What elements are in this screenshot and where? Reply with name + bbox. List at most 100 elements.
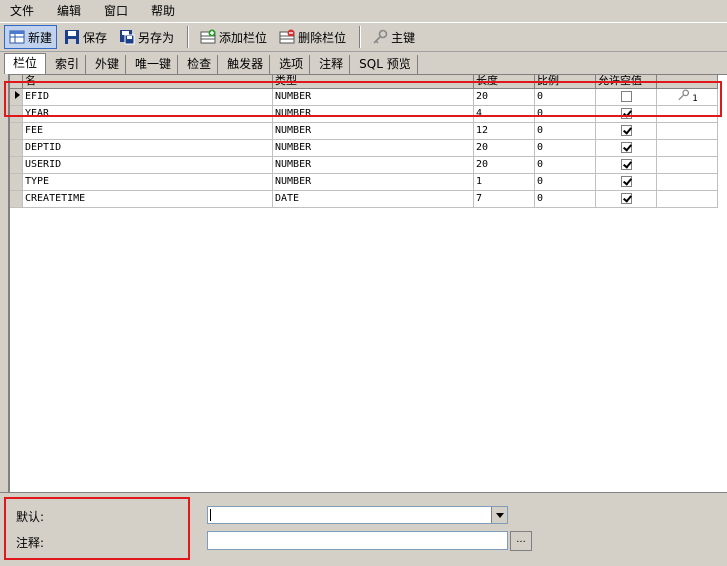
cell-length[interactable]: 7 — [473, 190, 535, 208]
menu-window[interactable]: 窗口 — [94, 0, 141, 22]
tab-fields[interactable]: 栏位 — [4, 53, 47, 74]
toolbar-separator — [359, 26, 362, 48]
add-field-button[interactable]: 添加栏位 — [195, 25, 272, 49]
column-header-type[interactable]: 类型 — [272, 75, 474, 89]
default-value-combobox[interactable] — [207, 506, 508, 524]
tab-foreign-keys[interactable]: 外键 — [89, 55, 127, 74]
row-indicator — [10, 190, 23, 208]
cell-type[interactable]: DATE — [272, 190, 474, 208]
tab-checks[interactable]: 检查 — [181, 55, 219, 74]
cell-name[interactable]: DEPTID — [22, 139, 273, 157]
table-row[interactable]: DEPTID NUMBER 20 0 — [10, 139, 718, 157]
cell-key[interactable] — [656, 139, 718, 157]
tab-bar: 栏位 索引 外键 唯一键 检查 触发器 选项 注释 SQL 预览 — [4, 52, 421, 74]
column-header-name[interactable]: 名 — [22, 75, 273, 89]
table-row[interactable]: EFID NUMBER 20 0 1 — [10, 88, 718, 106]
tab-triggers[interactable]: 触发器 — [221, 55, 271, 74]
tab-indexes[interactable]: 索引 — [49, 55, 87, 74]
cell-name[interactable]: FEE — [22, 122, 273, 140]
dropdown-arrow-icon[interactable] — [491, 507, 507, 523]
cell-type[interactable]: NUMBER — [272, 173, 474, 191]
cell-scale[interactable]: 0 — [534, 122, 596, 140]
new-button[interactable]: 新建 — [4, 25, 58, 49]
nullable-checkbox[interactable] — [620, 158, 632, 170]
cell-nullable[interactable] — [595, 190, 657, 208]
cell-key[interactable] — [656, 105, 718, 123]
cell-length[interactable]: 4 — [473, 105, 535, 123]
row-indicator — [10, 156, 23, 174]
save-button[interactable]: 保存 — [59, 25, 112, 49]
cell-scale[interactable]: 0 — [534, 88, 596, 106]
cell-name[interactable]: EFID — [22, 88, 273, 106]
comment-editor-button[interactable]: ... — [510, 531, 532, 551]
nullable-checkbox[interactable] — [620, 141, 632, 153]
cell-length[interactable]: 20 — [473, 139, 535, 157]
cell-type[interactable]: NUMBER — [272, 122, 474, 140]
cell-nullable[interactable] — [595, 139, 657, 157]
menu-edit[interactable]: 编辑 — [47, 0, 94, 22]
text-caret — [210, 509, 211, 521]
delete-field-button[interactable]: 删除栏位 — [274, 25, 351, 49]
nullable-checkbox[interactable] — [620, 107, 632, 119]
comment-field[interactable] — [207, 531, 508, 550]
cell-type[interactable]: NUMBER — [272, 105, 474, 123]
cell-nullable[interactable] — [595, 105, 657, 123]
table-row[interactable]: USERID NUMBER 20 0 — [10, 156, 718, 174]
cell-nullable[interactable] — [595, 88, 657, 106]
column-header-scale[interactable]: 比例 — [534, 75, 596, 89]
cell-scale[interactable]: 0 — [534, 105, 596, 123]
cell-key[interactable] — [656, 190, 718, 208]
column-header-length[interactable]: 长度 — [473, 75, 535, 89]
nullable-checkbox[interactable] — [620, 124, 632, 136]
cell-type[interactable]: NUMBER — [272, 88, 474, 106]
cell-key[interactable]: 1 — [656, 88, 718, 106]
menu-file[interactable]: 文件 — [0, 0, 47, 22]
cell-name[interactable]: YEAR — [22, 105, 273, 123]
row-indicator — [10, 173, 23, 191]
cell-length[interactable]: 1 — [473, 173, 535, 191]
cell-scale[interactable]: 0 — [534, 156, 596, 174]
field-properties-panel: 默认: 注释: ... — [0, 492, 727, 566]
cell-key[interactable] — [656, 122, 718, 140]
save-as-button[interactable]: 另存为 — [114, 25, 179, 49]
cell-length[interactable]: 20 — [473, 88, 535, 106]
cell-scale[interactable]: 0 — [534, 173, 596, 191]
cell-scale[interactable]: 0 — [534, 190, 596, 208]
cell-scale[interactable]: 0 — [534, 139, 596, 157]
table-row[interactable]: YEAR NUMBER 4 0 — [10, 105, 718, 123]
cell-nullable[interactable] — [595, 173, 657, 191]
nullable-checkbox[interactable] — [620, 192, 632, 204]
table-row[interactable]: CREATETIME DATE 7 0 — [10, 190, 718, 208]
column-header-nullable[interactable]: 允许空值 — [595, 75, 657, 89]
cell-key[interactable] — [656, 156, 718, 174]
cell-type[interactable]: NUMBER — [272, 139, 474, 157]
tab-comment[interactable]: 注释 — [313, 55, 351, 74]
save-as-icon — [119, 29, 135, 45]
nullable-checkbox[interactable] — [620, 90, 632, 102]
cell-name[interactable]: CREATETIME — [22, 190, 273, 208]
cell-nullable[interactable] — [595, 156, 657, 174]
column-header-key[interactable] — [656, 75, 718, 89]
cell-key[interactable] — [656, 173, 718, 191]
tab-unique-keys[interactable]: 唯一键 — [129, 55, 179, 74]
row-indicator — [10, 105, 23, 123]
cell-nullable[interactable] — [595, 122, 657, 140]
key-icon — [372, 29, 388, 45]
fields-grid: 名 类型 长度 比例 允许空值 EFID NUMBER 20 0 1 YEAR … — [8, 74, 727, 492]
nullable-checkbox[interactable] — [620, 175, 632, 187]
tab-options[interactable]: 选项 — [273, 55, 311, 74]
table-row[interactable]: FEE NUMBER 12 0 — [10, 122, 718, 140]
default-label: 默认: — [16, 510, 45, 524]
primary-key-button[interactable]: 主键 — [367, 25, 420, 49]
cell-length[interactable]: 12 — [473, 122, 535, 140]
row-indicator — [10, 139, 23, 157]
primary-key-icon — [676, 89, 692, 104]
tab-sql-preview[interactable]: SQL 预览 — [353, 55, 418, 74]
table-row[interactable]: TYPE NUMBER 1 0 — [10, 173, 718, 191]
cell-length[interactable]: 20 — [473, 156, 535, 174]
cell-name[interactable]: USERID — [22, 156, 273, 174]
cell-name[interactable]: TYPE — [22, 173, 273, 191]
menu-help[interactable]: 帮助 — [141, 0, 188, 22]
cell-type[interactable]: NUMBER — [272, 156, 474, 174]
new-button-label: 新建 — [28, 30, 53, 45]
